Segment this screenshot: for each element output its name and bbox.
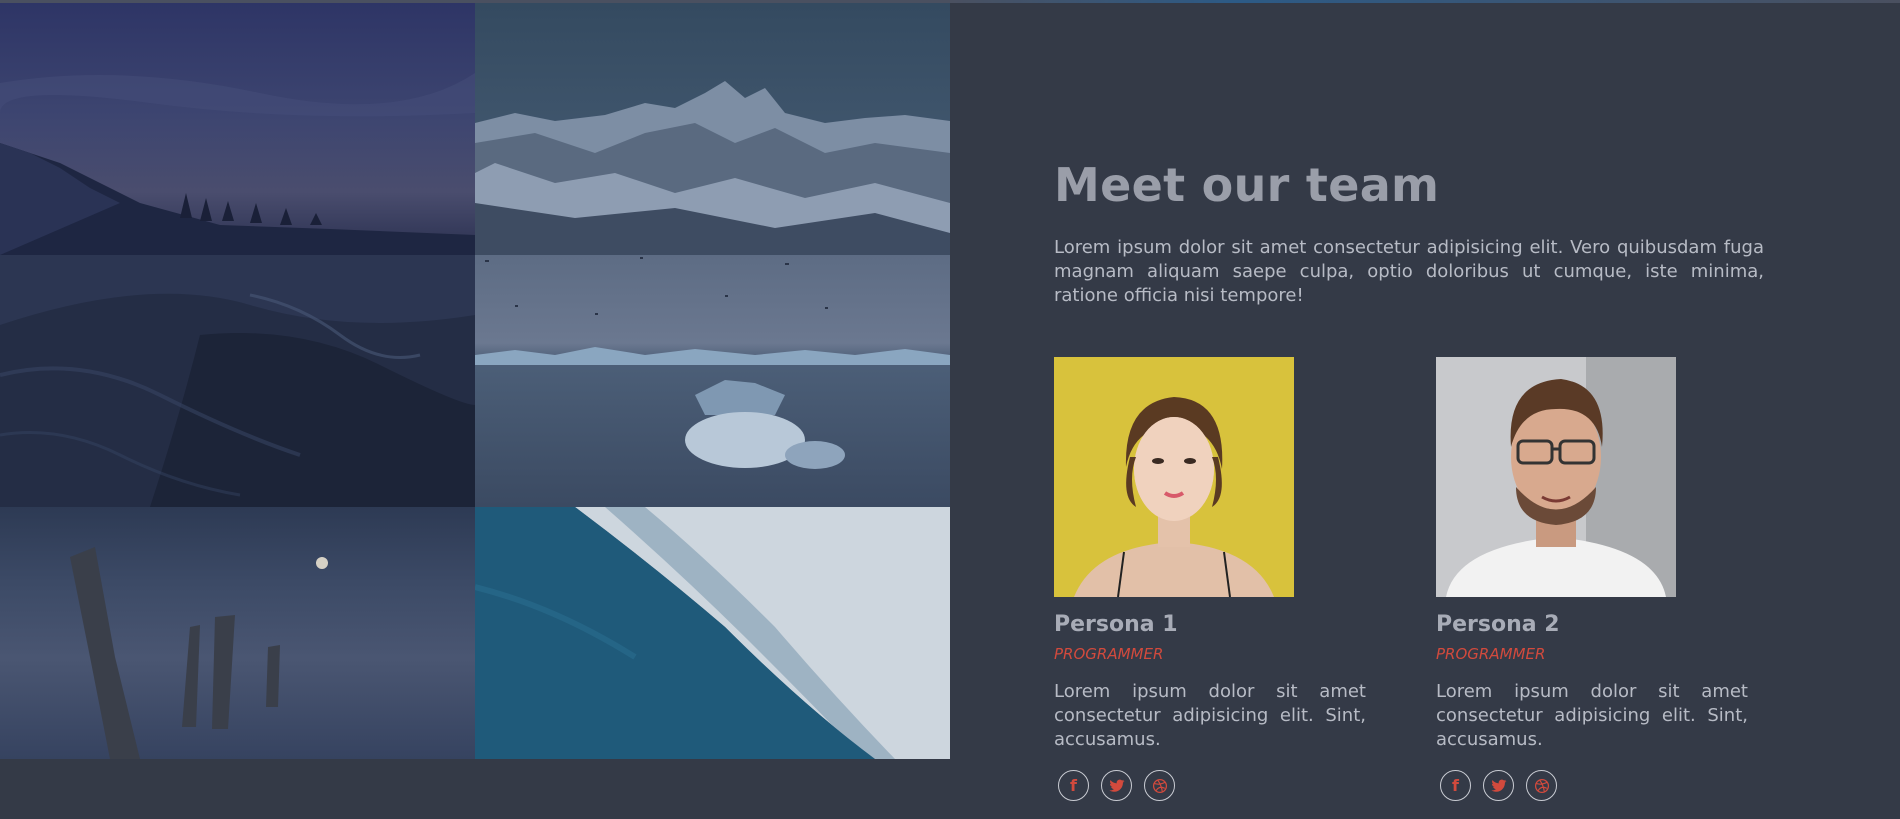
member-role: PROGRAMMER bbox=[1436, 645, 1546, 663]
gallery-image-lake-stumps bbox=[0, 507, 475, 759]
facebook-icon[interactable]: f bbox=[1440, 770, 1471, 801]
gallery-image-sea-rocks bbox=[0, 255, 475, 507]
gallery-image-mountain bbox=[475, 3, 950, 255]
twitter-icon[interactable] bbox=[1101, 770, 1132, 801]
member-social-links: f bbox=[1436, 770, 1748, 801]
section-intro: Lorem ipsum dolor sit amet consectetur a… bbox=[1054, 237, 1764, 306]
member-name: Persona 1 bbox=[1054, 612, 1178, 637]
member-photo bbox=[1054, 357, 1294, 597]
section-heading: Meet our team bbox=[1054, 158, 1440, 212]
member-photo bbox=[1436, 357, 1676, 597]
dribbble-icon[interactable] bbox=[1144, 770, 1175, 801]
member-description: Lorem ipsum dolor sit amet consectetur a… bbox=[1436, 681, 1748, 750]
gallery-image-iceberg bbox=[475, 255, 950, 507]
member-role: PROGRAMMER bbox=[1054, 645, 1164, 663]
twitter-icon[interactable] bbox=[1483, 770, 1514, 801]
team-member-card: Persona 1 PROGRAMMER Lorem ipsum dolor s… bbox=[1054, 357, 1366, 801]
facebook-icon[interactable]: f bbox=[1058, 770, 1089, 801]
team-member-card: Persona 2 PROGRAMMER Lorem ipsum dolor s… bbox=[1436, 357, 1748, 801]
member-name: Persona 2 bbox=[1436, 612, 1560, 637]
gallery-image-ocean-wave bbox=[475, 507, 950, 759]
dribbble-icon[interactable] bbox=[1526, 770, 1557, 801]
gallery-image-forest bbox=[0, 3, 475, 255]
member-description: Lorem ipsum dolor sit amet consectetur a… bbox=[1054, 681, 1366, 750]
team-section: Meet our team Lorem ipsum dolor sit amet… bbox=[1054, 0, 1764, 819]
member-social-links: f bbox=[1054, 770, 1366, 801]
photo-gallery bbox=[0, 3, 950, 759]
